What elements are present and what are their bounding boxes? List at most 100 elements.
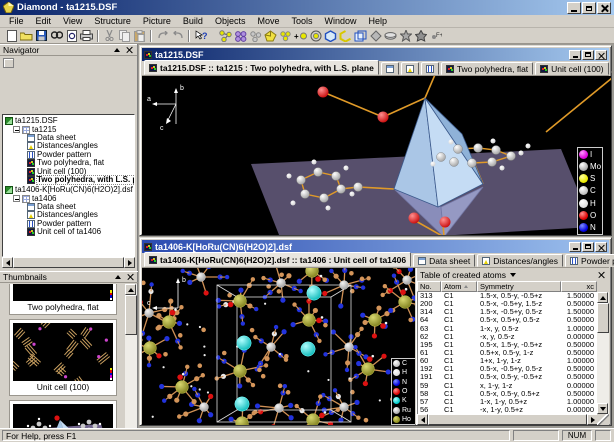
paste-icon[interactable] — [132, 29, 147, 43]
scroll-left-icon[interactable] — [2, 257, 13, 268]
table-row[interactable]: 195 C1 0.5-x, 1.5-y, -0.5+z 0.50000 — [418, 341, 597, 349]
fill-coordination-icon[interactable]: F+ — [428, 29, 443, 43]
thumbnails-close-icon[interactable] — [125, 273, 135, 282]
context-help-icon[interactable]: ? — [193, 29, 208, 43]
table-row[interactable]: 64 C1 0.5-x, 0.5+y, 0.5-z 0.50000 — [418, 316, 597, 324]
maximize-button[interactable] — [582, 50, 594, 60]
atom-design-icon[interactable] — [308, 29, 323, 43]
tab-distances[interactable]: Distances/angles — [477, 254, 563, 267]
tab-two-polyhedra-ls-plane[interactable]: ta1215.DSF :: ta1215 : Two polyhedra, wi… — [144, 60, 379, 75]
print-icon[interactable] — [79, 29, 94, 43]
polyhedron-gray-icon[interactable] — [368, 29, 383, 43]
menu-build[interactable]: Build — [177, 15, 209, 27]
copy-icon[interactable] — [117, 29, 132, 43]
collapse-icon[interactable] — [13, 195, 20, 202]
column-header-xc[interactable]: xc — [561, 281, 597, 292]
table-row[interactable]: 60 C1 1+x, 1-y, 1-z 1.00000 — [418, 357, 597, 365]
table-row[interactable]: 63 C1 1-x, y, 0.5-z 1.00000 — [418, 325, 597, 333]
scrollbar-thumb[interactable] — [597, 303, 609, 333]
main-title-bar[interactable]: Diamond - ta1215.DSF — [0, 0, 614, 15]
scroll-up-icon[interactable] — [597, 292, 608, 303]
polyhedron-create-icon[interactable] — [263, 29, 278, 43]
star-icon[interactable] — [413, 29, 428, 43]
table-row[interactable]: 61 C1 0.5+x, 0.5-y, 1-z 0.50000 — [418, 349, 597, 357]
navigator-pin-icon[interactable] — [112, 46, 122, 55]
column-header-symmetry[interactable]: Symmetry — [477, 281, 561, 292]
element-legend[interactable]: C H N O K Ru Ho — [391, 358, 415, 425]
table-row[interactable]: 313 C1 1.5-x, 0.5-y, -0.5+z 1.50000 — [418, 292, 597, 300]
tab-data-sheet[interactable]: Data sheet — [413, 254, 475, 267]
scrollbar-thumb[interactable] — [13, 257, 124, 268]
collapse-icon[interactable] — [13, 126, 20, 133]
tree-item-ta1406-dsf[interactable]: ta1406-K[HoRu(CN)6(H2O)2].dsf — [3, 186, 134, 194]
table-row[interactable]: 200 C1 0.5-x, -0.5+y, 1.5-z 0.50000 — [418, 300, 597, 308]
tab-unit-cell-100[interactable]: Unit cell (100) — [535, 62, 608, 75]
thumbnails-pin-icon[interactable] — [113, 273, 123, 282]
tab-powder[interactable]: Powder pattern — [565, 254, 614, 267]
table-panel-close-icon[interactable] — [596, 270, 606, 279]
scroll-down-icon[interactable] — [597, 403, 608, 414]
cluster-icon[interactable] — [278, 29, 293, 43]
tab-powder[interactable] — [421, 62, 439, 75]
redo-icon[interactable] — [170, 29, 185, 43]
thumbnail-unit-cell-100[interactable]: Unit cell (100) — [9, 319, 117, 396]
tab-unit-cell-ta1406[interactable]: ta1406-K[HoRu(CN)6(H2O)2].dsf :: ta1406 … — [144, 252, 411, 267]
open-icon[interactable] — [19, 29, 34, 43]
table-row[interactable]: 314 C1 1.5-x, -0.5+y, 0.5-z 1.50000 — [418, 308, 597, 316]
maximize-button[interactable] — [582, 242, 594, 252]
element-legend[interactable]: I Mo S C H O N — [577, 147, 603, 235]
scrollbar-thumb[interactable] — [428, 414, 587, 425]
tab-two-polyhedra-flat[interactable]: Two polyhedra, flat — [441, 62, 533, 75]
tree-item-ta1215-dsf[interactable]: ta1215.DSF — [3, 117, 134, 125]
unit-cell-icon[interactable] — [353, 29, 368, 43]
minimize-button[interactable] — [567, 2, 581, 14]
table-row[interactable]: 192 C1 0.5-x, -0.5+y, 0.5-z 0.50000 — [418, 365, 597, 373]
table-row[interactable]: 59 C1 x, 1-y, 1-z 0.00000 — [418, 382, 597, 390]
slab-icon[interactable] — [383, 29, 398, 43]
scroll-right-icon[interactable] — [124, 257, 135, 268]
resize-grip[interactable] — [597, 414, 609, 425]
restore-button[interactable] — [582, 2, 596, 14]
new-icon[interactable] — [4, 29, 19, 43]
tree-item-unit-cell-ta1406[interactable]: Unit cell of ta1406 — [3, 228, 134, 236]
thumbnails-pane-title[interactable]: Thumbnails — [0, 271, 138, 283]
minimize-button[interactable] — [569, 50, 581, 60]
navigator-pane-title[interactable]: Navigator — [0, 44, 137, 56]
table-row[interactable]: 57 C1 1-x, 1-y, 0.5+z 1.00000 — [418, 398, 597, 406]
menu-edit[interactable]: Edit — [30, 15, 58, 27]
tab-data-sheet[interactable] — [381, 62, 399, 75]
column-header-atom[interactable]: Atom — [441, 281, 477, 292]
ta1406-3d-view[interactable]: b c C H N O K Ru Ho — [142, 268, 415, 425]
menu-move[interactable]: Move — [251, 15, 285, 27]
menu-help[interactable]: Help — [363, 15, 394, 27]
menu-structure[interactable]: Structure — [88, 15, 137, 27]
menu-file[interactable]: File — [3, 15, 30, 27]
close-button[interactable] — [595, 242, 607, 252]
thumbnail-two-polyhedra-flat[interactable]: Two polyhedra, flat — [9, 284, 117, 315]
close-button[interactable] — [597, 2, 611, 14]
table-row[interactable]: 58 C1 0.5-x, 0.5-y, 0.5+z 0.50000 — [418, 390, 597, 398]
menu-window[interactable]: Window — [318, 15, 362, 27]
minimize-button[interactable] — [569, 242, 581, 252]
table-row[interactable]: 191 C1 0.5-x, 0.5-y, -0.5+z 0.50000 — [418, 373, 597, 381]
connectivity-icon[interactable] — [248, 29, 263, 43]
menu-picture[interactable]: Picture — [137, 15, 177, 27]
undo-icon[interactable] — [155, 29, 170, 43]
navigator-properties-icon[interactable] — [3, 58, 14, 68]
find-icon[interactable] — [49, 29, 64, 43]
menu-objects[interactable]: Objects — [209, 15, 252, 27]
navigator-close-icon[interactable] — [124, 46, 134, 55]
tab-scroll-left-icon[interactable] — [611, 69, 614, 75]
tab-distances[interactable] — [401, 62, 419, 75]
table-row[interactable]: 56 C1 -x, 1-y, 0.5+z 0.00000 — [418, 406, 597, 414]
menu-view[interactable]: View — [57, 15, 88, 27]
add-atom-icon[interactable]: + — [293, 29, 308, 43]
menu-tools[interactable]: Tools — [285, 15, 318, 27]
tree-item-two-polyhedra-ls-plane[interactable]: Two polyhedra, with L.S. plan — [3, 176, 134, 184]
scroll-left-icon[interactable] — [417, 414, 428, 425]
scrollbar-thumb[interactable] — [125, 295, 137, 335]
table-row[interactable]: 62 C1 -x, y, 0.5-z 0.00000 — [418, 333, 597, 341]
starburst-icon[interactable] — [398, 29, 413, 43]
packing-icon[interactable] — [233, 29, 248, 43]
scroll-up-icon[interactable] — [125, 284, 136, 295]
